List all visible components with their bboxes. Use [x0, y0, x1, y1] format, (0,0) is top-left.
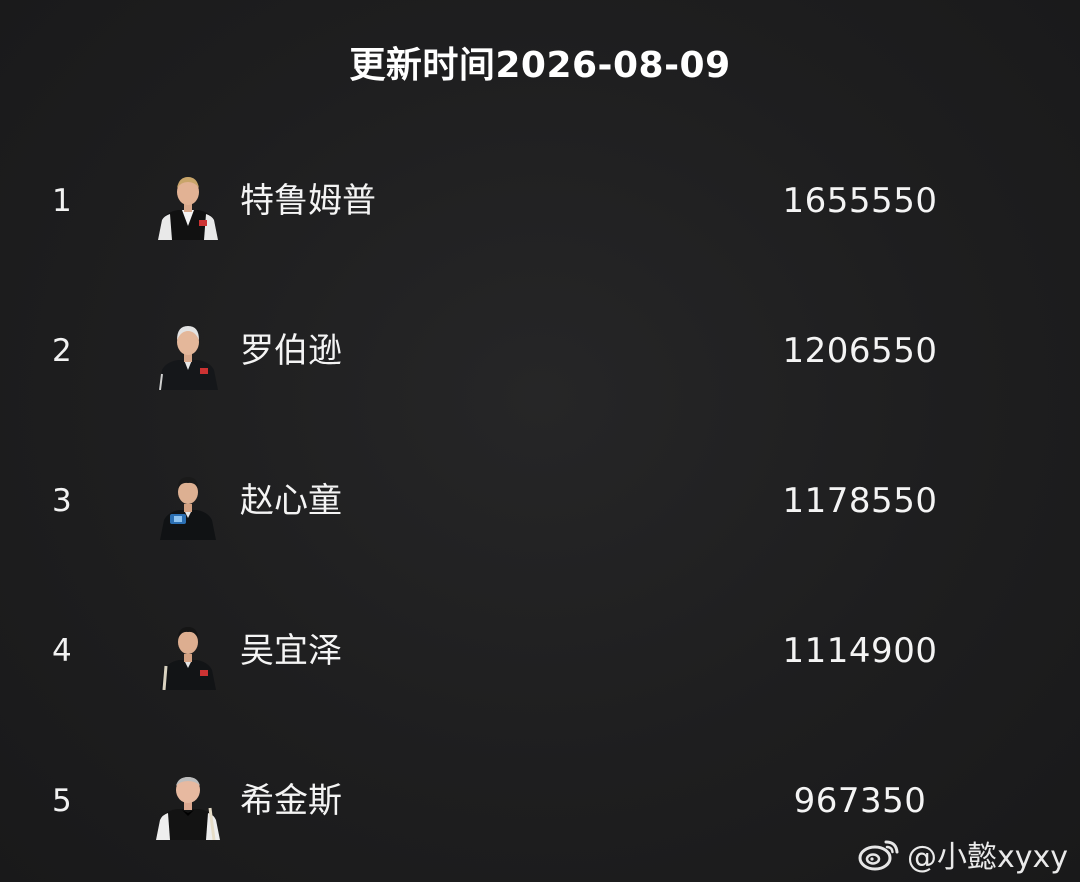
rank-number: 4 — [52, 633, 72, 669]
prize-amount: 1655550 — [782, 181, 938, 221]
prize-amount: 1206550 — [782, 331, 938, 371]
ranking-row[interactable]: 3 赵心童 1178550 — [0, 456, 1080, 546]
ranking-list: 1 特鲁姆普 1655550 2 罗伯逊 1206550 3 赵心童 11785… — [0, 125, 1080, 875]
player-name: 希金斯 — [240, 781, 342, 821]
ranking-row[interactable]: 2 罗伯逊 1206550 — [0, 306, 1080, 396]
rank-number: 5 — [52, 783, 72, 819]
player-portrait-icon — [152, 618, 224, 690]
ranking-row[interactable]: 1 特鲁姆普 1655550 — [0, 156, 1080, 246]
prize-amount: 1178550 — [782, 481, 938, 521]
player-name: 赵心童 — [240, 481, 342, 521]
player-name: 特鲁姆普 — [240, 181, 376, 221]
prize-amount: 1114900 — [782, 631, 938, 671]
player-portrait-icon — [152, 468, 224, 540]
rank-number: 1 — [52, 183, 72, 219]
ranking-row[interactable]: 4 吴宜泽 1114900 — [0, 606, 1080, 696]
player-portrait-icon — [152, 168, 224, 240]
player-portrait-icon — [152, 768, 224, 840]
watermark-text: @小懿xyxy — [906, 840, 1068, 875]
player-name: 吴宜泽 — [240, 631, 342, 671]
player-name: 罗伯逊 — [240, 331, 342, 371]
player-portrait-icon — [152, 318, 224, 390]
page-title: 更新时间2026-08-09 — [349, 45, 731, 86]
weibo-icon — [857, 836, 901, 872]
watermark: @小懿xyxy — [857, 834, 1068, 875]
rank-number: 3 — [52, 483, 72, 519]
rank-number: 2 — [52, 333, 72, 369]
